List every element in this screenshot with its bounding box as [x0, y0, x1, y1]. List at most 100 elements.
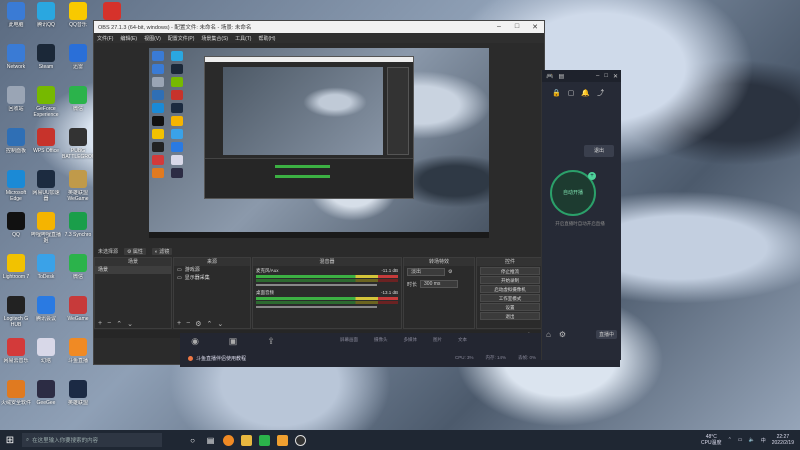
lock-icon[interactable]: 🔒	[552, 89, 561, 97]
app-icon[interactable]	[277, 434, 288, 446]
store-icon[interactable]: ▤	[558, 73, 564, 80]
move-down-icon[interactable]: ⌄	[217, 320, 223, 328]
cpu-temp-widget[interactable]: 48°C CPU温度	[701, 434, 722, 446]
minimize-icon[interactable]: –	[490, 23, 508, 31]
gift-icon[interactable]: ▢	[568, 89, 575, 97]
remove-icon[interactable]: −	[186, 320, 190, 327]
desktop-shortcut[interactable]: 腾讯QQ	[30, 2, 62, 42]
windows-start-icon[interactable]: ⊞	[0, 435, 20, 446]
desktop-shortcut[interactable]: 7.3 Synchro	[62, 212, 94, 252]
desktop-shortcut[interactable]: 此电脑	[0, 2, 32, 42]
explorer-icon[interactable]	[241, 434, 252, 446]
menu-scene-collection[interactable]: 场景集合(S)	[201, 35, 228, 42]
task-view-icon[interactable]: ▤	[205, 435, 216, 446]
plus-icon[interactable]: +	[588, 172, 596, 180]
desktop-shortcut[interactable]: 英雄联盟 WeGame	[62, 170, 94, 210]
desktop-shortcut[interactable]: QQ音乐	[62, 2, 94, 42]
volume-icon[interactable]: 🔈	[749, 437, 755, 443]
desktop-shortcut[interactable]: 网易云音乐	[0, 338, 32, 378]
douyu-icon[interactable]	[223, 434, 234, 446]
network-icon[interactable]: ▭	[738, 437, 743, 443]
clock[interactable]: 22:27 2022/2/19	[772, 434, 794, 446]
bell-icon[interactable]: 🔔	[581, 89, 590, 97]
chevron-up-icon[interactable]: ⌃	[728, 437, 732, 443]
desktop-shortcut[interactable]: ToDesk	[30, 254, 62, 294]
menu-help[interactable]: 帮助(H)	[258, 35, 275, 42]
duration-input[interactable]: 300 ms	[420, 280, 459, 288]
desktop-shortcut[interactable]: 幻塔	[30, 338, 62, 378]
move-down-icon[interactable]: ⌄	[127, 320, 133, 328]
volume-slider[interactable]	[256, 284, 377, 286]
add-icon[interactable]: +	[98, 320, 102, 327]
desktop-shortcut[interactable]: Lightroom 7	[0, 254, 32, 294]
chat-icon[interactable]: ⌂	[546, 330, 551, 339]
obs-preview[interactable]	[149, 48, 489, 238]
minimize-icon[interactable]: –	[596, 73, 599, 80]
source-item[interactable]: ▭ 游戏源	[174, 266, 250, 274]
desktop-shortcut[interactable]: GeeGee	[30, 380, 62, 420]
desktop-shortcut[interactable]: 微信	[62, 254, 94, 294]
menu-edit[interactable]: 编辑(E)	[120, 35, 137, 42]
strip-label[interactable]: 多媒体	[404, 337, 418, 343]
gear-icon[interactable]: ⚙	[559, 330, 566, 339]
desktop-shortcut[interactable]: 迅雷	[62, 44, 94, 84]
desktop-shortcut[interactable]: 腾讯会议	[30, 296, 62, 336]
obs-titlebar[interactable]: OBS 27.1.3 (64-bit, windows) - 配置文件: 未命名…	[94, 21, 544, 33]
close-icon[interactable]: ✕	[526, 23, 544, 31]
obs-icon[interactable]	[295, 434, 306, 446]
settings-button[interactable]: 设置	[480, 303, 540, 311]
desktop-shortcut[interactable]: WeGame	[62, 296, 94, 336]
stop-streaming-button[interactable]: 停止推流	[480, 267, 540, 275]
gamepad-icon[interactable]: 🎮	[546, 73, 553, 80]
taskbar-search[interactable]: ⌕ 在这里输入你要搜索的内容	[22, 433, 162, 447]
status-button[interactable]: 直播中	[595, 329, 617, 339]
transition-select[interactable]: 淡出	[407, 268, 445, 276]
remove-icon[interactable]: −	[107, 320, 111, 327]
properties-button[interactable]: ⚙ 属性	[124, 248, 146, 255]
desktop-shortcut[interactable]: 网易UU加速器	[30, 170, 62, 210]
desktop-shortcut[interactable]: 回收站	[0, 86, 32, 126]
exit-button[interactable]: 退出	[480, 312, 540, 320]
move-up-icon[interactable]: ⌃	[206, 320, 212, 328]
task-view-icon[interactable]: ○	[187, 435, 198, 446]
desktop-shortcut[interactable]: Network	[0, 44, 32, 84]
virtual-camera-button[interactable]: 启动虚拟摄像机	[480, 285, 540, 293]
desktop-shortcut[interactable]: WPS Office	[30, 128, 62, 168]
source-item[interactable]: ▭ 显示器采集	[174, 274, 250, 282]
desktop-shortcut[interactable]: 英雄联盟	[62, 380, 94, 420]
exit-live-button[interactable]: 退出	[584, 145, 614, 157]
strip-label[interactable]: 屏幕画面	[340, 337, 358, 343]
desktop-shortcut[interactable]: 火绒安全软件	[0, 380, 32, 420]
menu-file[interactable]: 文件(F)	[97, 35, 113, 42]
strip-label[interactable]: 摄像头	[374, 337, 388, 343]
desktop-shortcut[interactable]: Logitech G HUB	[0, 296, 32, 336]
maximize-icon[interactable]: □	[604, 73, 608, 80]
desktop-shortcut[interactable]: 控制面板	[0, 128, 32, 168]
studio-mode-button[interactable]: 工作室模式	[480, 294, 540, 302]
gear-icon[interactable]: ⚙	[448, 269, 452, 275]
volume-slider[interactable]	[256, 306, 377, 308]
camera-icon[interactable]: ◉	[188, 336, 202, 347]
maximize-icon[interactable]: □	[508, 23, 526, 31]
strip-label[interactable]: 图片	[433, 337, 442, 343]
menu-tools[interactable]: 工具(T)	[235, 35, 251, 42]
desktop-shortcut[interactable]: Microsoft Edge	[0, 170, 32, 210]
desktop-shortcut[interactable]: 哔哩哔哩直播姬	[30, 212, 62, 252]
move-up-icon[interactable]: ⌃	[116, 320, 122, 328]
scene-item[interactable]: 场景	[95, 266, 171, 274]
add-icon[interactable]: +	[177, 320, 181, 327]
desktop-shortcut[interactable]: 微信	[62, 86, 94, 126]
strip-label[interactable]: 文本	[458, 337, 467, 343]
desktop-shortcut[interactable]: PUBG BATTLEGROUNDS	[62, 128, 94, 168]
wechat-icon[interactable]	[259, 434, 270, 446]
tutorial-link[interactable]: 斗鱼直播伴侣使用教程	[188, 355, 246, 362]
gear-icon[interactable]: ⚙	[195, 320, 201, 328]
start-recording-button[interactable]: 开始录制	[480, 276, 540, 284]
screen-icon[interactable]: ▣	[226, 336, 240, 347]
desktop-shortcut[interactable]: 斗鱼直播	[62, 338, 94, 378]
upload-icon[interactable]: ⇪	[264, 336, 278, 347]
desktop-shortcut[interactable]: Steam	[30, 44, 62, 84]
close-icon[interactable]: ✕	[613, 73, 618, 80]
ime-icon[interactable]: 中	[761, 437, 766, 444]
menu-view[interactable]: 视图(V)	[144, 35, 161, 42]
